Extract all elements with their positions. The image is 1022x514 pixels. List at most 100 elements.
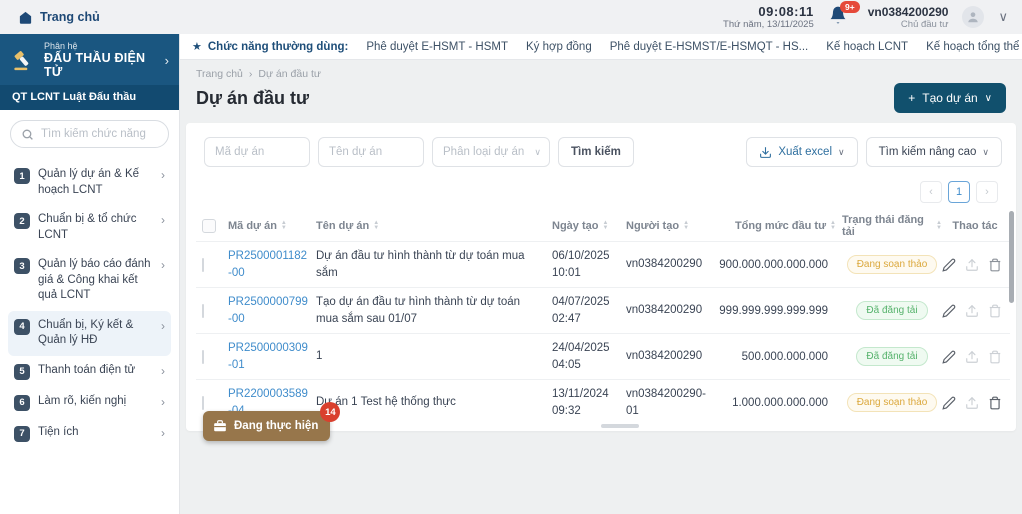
delete-icon[interactable] — [988, 396, 1002, 410]
notifications-button[interactable]: 9+ — [828, 1, 860, 29]
quicknav-link-ke-hoach-tong-the[interactable]: Kế hoạch tổng thể LCNT — [926, 41, 1022, 53]
project-code-link[interactable]: PR2500000309-01 — [228, 340, 316, 372]
project-code-link[interactable]: PR2500001182-00 — [228, 248, 316, 280]
project-type-select[interactable]: Phân loại dự án ∨ — [432, 137, 550, 167]
gavel-icon — [10, 47, 36, 73]
chevron-right-icon: › — [161, 394, 165, 409]
select-all-checkbox[interactable] — [202, 219, 216, 233]
project-name-input[interactable] — [318, 137, 424, 167]
export-excel-button[interactable]: Xuất excel ∨ — [746, 137, 858, 167]
projects-table: Mã dự án ▲ ▼ Tên dự án ▲ ▼ Ngày tạo ▲ ▼ Người … — [196, 211, 1010, 425]
sidebar-search-input[interactable] — [41, 128, 161, 140]
person-icon — [968, 12, 979, 23]
created-date: 13/11/2024 09:32 — [552, 387, 609, 417]
sidebar-item-ky-ket-quan-ly-hd[interactable]: 4 Chuẩn bị, Ký kết & Quản lý HĐ › — [8, 310, 171, 356]
breadcrumb: Trang chủ › Dự án đầu tư — [196, 68, 1006, 80]
row-checkbox[interactable] — [202, 349, 204, 364]
home-link[interactable]: Trang chủ — [18, 10, 100, 25]
row-checkbox[interactable] — [202, 257, 204, 272]
in-progress-button[interactable]: Đang thực hiện 14 — [203, 402, 341, 441]
sidebar-item-lam-ro-kien-nghi[interactable]: 6 Làm rõ, kiến nghị › — [8, 387, 171, 418]
quicknav-ribbon: ★ Chức năng thường dùng: Phê duyệt E-HSM… — [180, 34, 1022, 60]
sort-icon[interactable]: ▲ ▼ — [830, 220, 836, 231]
sidebar-item-label: Làm rõ, kiến nghị — [38, 394, 127, 407]
sidebar-item-bao-cao-danh-gia[interactable]: 3 Quản lý báo cáo đánh giá & Công khai k… — [8, 250, 171, 311]
horizontal-scrollbar[interactable] — [601, 424, 639, 428]
pagination: ‹ 1 › — [196, 167, 1010, 211]
header-status: Trạng thái đăng tải — [842, 214, 924, 238]
status-badge: Đã đăng tải — [856, 301, 928, 320]
edit-icon[interactable] — [942, 350, 956, 364]
sidebar-menu: 1 Quản lý dự án & Kế hoạch LCNT › 2 Chuẩ… — [8, 160, 171, 449]
create-project-button[interactable]: + Tạo dự án ∨ — [894, 83, 1006, 113]
user-menu-chevron-icon[interactable]: ∨ — [998, 9, 1008, 25]
publish-icon[interactable] — [965, 350, 979, 364]
row-checkbox[interactable] — [202, 303, 204, 318]
search-button[interactable]: Tìm kiếm — [558, 137, 634, 167]
sidebar-item-thanh-toan[interactable]: 5 Thanh toán điện tử › — [8, 356, 171, 387]
item-number: 6 — [14, 394, 30, 411]
projects-card: Phân loại dự án ∨ Tìm kiếm Xuất excel ∨ — [186, 123, 1016, 431]
row-checkbox[interactable] — [202, 395, 204, 410]
chevron-down-icon: ∨ — [838, 146, 845, 157]
pagination-page-1-button[interactable]: 1 — [948, 181, 970, 203]
project-type-placeholder: Phân loại dự án — [443, 146, 525, 158]
vertical-scrollbar[interactable] — [1009, 211, 1014, 303]
sort-icon[interactable]: ▲ ▼ — [373, 220, 379, 231]
clock-date: Thứ năm, 13/11/2025 — [723, 19, 814, 30]
total-investment: 999.999.999.999.999 — [719, 304, 828, 317]
item-number: 3 — [14, 258, 30, 275]
header-code: Mã dự án — [228, 220, 277, 232]
publish-icon[interactable] — [965, 258, 979, 272]
sidebar-search[interactable] — [10, 120, 169, 148]
sidebar-item-chuan-bi-to-chuc[interactable]: 2 Chuẩn bị & tổ chức LCNT › — [8, 205, 171, 250]
sort-icon[interactable]: ▲ ▼ — [602, 220, 608, 231]
breadcrumb-separator-icon: › — [248, 68, 253, 80]
chevron-right-icon: › — [161, 318, 165, 333]
publish-icon[interactable] — [965, 396, 979, 410]
delete-icon[interactable] — [988, 258, 1002, 272]
username: vn0384200290 — [867, 4, 949, 19]
publish-icon[interactable] — [965, 304, 979, 318]
quicknav-link-ky-hop-dong[interactable]: Ký hợp đồng — [526, 41, 592, 53]
advanced-search-button[interactable]: Tìm kiếm nâng cao ∨ — [865, 137, 1002, 167]
header-date: Ngày tạo — [552, 220, 599, 232]
table-header-row: Mã dự án ▲ ▼ Tên dự án ▲ ▼ Ngày tạo ▲ ▼ Người … — [196, 211, 1010, 241]
project-name: 1 — [316, 350, 323, 363]
project-code-link[interactable]: PR2500000799-00 — [228, 294, 316, 326]
table-row: PR2500001182-00 Dự án đầu tư hình thành … — [196, 241, 1010, 287]
sidebar-collapse-icon[interactable]: › — [165, 53, 169, 68]
breadcrumb-home[interactable]: Trang chủ — [196, 68, 243, 80]
status-badge: Đã đăng tải — [856, 347, 928, 366]
delete-icon[interactable] — [988, 350, 1002, 364]
project-name: Dự án 1 Test hệ thống thực — [316, 396, 456, 409]
edit-icon[interactable] — [942, 396, 956, 410]
sidebar-item-tien-ich[interactable]: 7 Tiện ích › — [8, 418, 171, 449]
avatar[interactable] — [962, 6, 985, 28]
sidebar-item-quan-ly-du-an[interactable]: 1 Quản lý dự án & Kế hoạch LCNT › — [8, 160, 171, 205]
sidebar-item-label: Thanh toán điện tử — [38, 363, 136, 376]
quicknav-link-phe-duyet-hsmst[interactable]: Phê duyệt E-HSMST/E-HSMQT - HS... — [610, 41, 809, 53]
chevron-down-icon: ∨ — [984, 92, 992, 104]
chevron-right-icon: › — [161, 213, 165, 228]
sidebar-item-label: Quản lý dự án & Kế hoạch LCNT — [38, 168, 140, 196]
edit-icon[interactable] — [942, 258, 956, 272]
sort-icon[interactable]: ▲ ▼ — [683, 220, 689, 231]
quicknav-link-ke-hoach-lcnt[interactable]: Kế hoạch LCNT — [826, 41, 908, 53]
pagination-prev-button[interactable]: ‹ — [920, 181, 942, 203]
status-badge: Đang soạn thảo — [846, 393, 938, 412]
edit-icon[interactable] — [942, 304, 956, 318]
sidebar: Phân hệ ĐẤU THẦU ĐIỆN TỬ › QT LCNT Luật … — [0, 34, 180, 514]
sidebar-item-label: Tiện ích — [38, 425, 79, 438]
user-info: vn0384200290 Chủ đầu tư — [868, 5, 949, 30]
chevron-down-icon: ∨ — [534, 146, 541, 157]
project-code-input[interactable] — [204, 137, 310, 167]
delete-icon[interactable] — [988, 304, 1002, 318]
create-project-label: Tạo dự án — [922, 91, 978, 105]
sort-icon[interactable]: ▲ ▼ — [281, 220, 287, 231]
module-title: ĐẤU THẦU ĐIỆN TỬ — [44, 51, 146, 79]
quicknav-link-phe-duyet-hsmt[interactable]: Phê duyệt E-HSMT - HSMT — [366, 41, 508, 53]
total-investment: 500.000.000.000 — [741, 350, 828, 363]
pagination-next-button[interactable]: › — [976, 181, 998, 203]
quicknav-label: Chức năng thường dùng: — [207, 40, 349, 53]
